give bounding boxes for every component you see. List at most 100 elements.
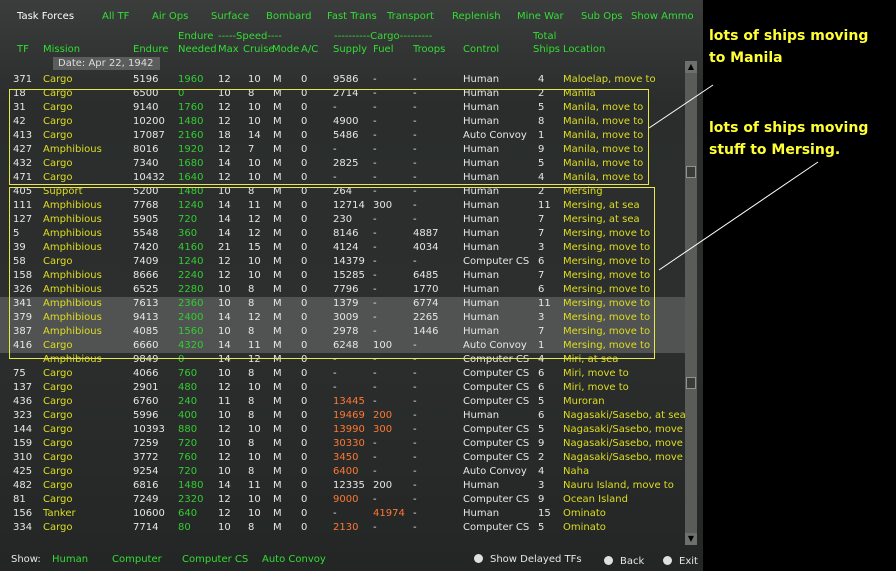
cell-fuel: - [373,88,377,99]
table-row[interactable]: 334 Cargo 7714 80 10 8 M 0 2130 - - Computer CS 5 Omi… [0,521,685,535]
table-row[interactable]: 405 Support 5200 1480 10 8 M 0 264 - - Human 2 Mersin… [0,185,685,199]
cell-ships: 11 [538,298,551,309]
table-row[interactable]: 425 Cargo 9254 720 10 8 M 0 6400 - - Auto Convoy 4 Na… [0,465,685,479]
header-troops[interactable]: Troops [413,44,445,55]
tab-fast-trans[interactable]: Fast Trans [327,11,377,22]
header-endure[interactable]: Endure [133,44,168,55]
cell-supply: 6400 [333,466,359,477]
table-row[interactable]: 18 Cargo 6500 0 10 8 M 0 2714 - - Human 2 Manila [0,87,685,101]
cell-ships: 6 [538,368,545,379]
cell-fuel: - [373,102,377,113]
table-row[interactable]: 413 Cargo 17087 2160 18 14 M 0 5486 - - Auto Convoy… [0,129,685,143]
cell-mode: M [273,424,282,435]
header-supply[interactable]: Supply [333,44,367,55]
header-needed[interactable]: Needed [178,44,217,55]
show-delayed-toggle[interactable]: Show Delayed TFs [474,554,582,565]
cell-ac: 0 [301,242,308,253]
cell-cruise: 14 [248,130,261,141]
tab-sub-ops[interactable]: Sub Ops [581,11,623,22]
cell-cruise: 10 [248,102,261,113]
header-mission[interactable]: Mission [43,44,80,55]
tab-show-ammo[interactable]: Show Ammo [631,11,694,22]
table-row[interactable]: 81 Cargo 7249 2320 12 10 M 0 9000 - - Computer CS 9 O… [0,493,685,507]
scroll-thumb[interactable] [686,166,696,178]
cell-max: 10 [218,298,231,309]
cell-max: 12 [218,116,231,127]
tab-all-tf[interactable]: All TF [102,11,129,22]
cell-location: Mersing [563,186,603,197]
cell-supply: 14379 [333,256,365,267]
table-row[interactable]: 427 Amphibious 8016 1920 12 7 M 0 - - - Human 9 Manil… [0,143,685,157]
table-row[interactable]: 42 Cargo 10200 1480 12 10 M 0 4900 - - Human 8 Manila… [0,115,685,129]
table-row[interactable]: 341 Amphibious 7613 2360 10 8 M 0 1379 - 6774 Human… [0,297,685,311]
cell-tf: 432 [13,158,33,169]
cell-ships: 11 [538,200,551,211]
table-row[interactable]: Amphibious 9849 0 14 12 M 0 - - - Computer CS 4 Miri… [0,353,685,367]
header-control[interactable]: Control [463,44,499,55]
scroll-down-arrow[interactable]: ▼ [685,533,697,545]
table-row[interactable]: 387 Amphibious 4085 1560 10 8 M 0 2978 - 1446 Human… [0,325,685,339]
table-row[interactable]: 144 Cargo 10393 880 12 10 M 0 13990 300 - Computer … [0,423,696,437]
filter-computer[interactable]: Computer [112,554,162,565]
table-row[interactable]: 379 Amphibious 9413 2400 14 12 M 0 3009 - 2265 Huma… [0,311,685,325]
filter-human[interactable]: Human [52,554,88,565]
table-row[interactable]: 436 Cargo 6760 240 11 8 M 0 13445- - Computer CS 5 M… [0,395,685,409]
cell-ships: 3 [538,312,545,323]
header-ships[interactable]: Ships [533,44,560,55]
table-row[interactable]: 75 Cargo 4066 760 10 8 M 0 - - - Computer CS 6 Miri, … [0,367,685,381]
tab-replenish[interactable]: Replenish [452,11,501,22]
table-row[interactable]: 416 Cargo 6660 4320 14 11 M 0 6248 100 - Auto Convo… [0,339,685,353]
tab-mine-war[interactable]: Mine War [517,11,564,22]
cell-tf: 18 [13,88,26,99]
cell-mode: M [273,382,282,393]
header-fuel[interactable]: Fuel [373,44,393,55]
table-row[interactable]: 158 Amphibious 8666 2240 12 10 M 0 15285- 6485 Hum… [0,269,685,283]
table-row[interactable]: 482 Cargo 6816 1480 14 11 M 0 12335 200 - Human 3 Nau… [0,479,685,493]
table-row[interactable]: 323 Cargo 5996 400 10 8 M 0 19469 200 - Human 6 Nagas… [0,409,686,423]
table-row[interactable]: 432 Cargo 7340 1680 14 10 M 0 2825 - - Human 5 Manila… [0,157,685,171]
header-location[interactable]: Location [563,44,605,55]
back-button[interactable]: Back [604,556,644,567]
table-row[interactable]: 39 Amphibious 7420 4160 21 15 M 0 4124 - 4034 Human… [0,241,685,255]
header-tf[interactable]: TF [17,44,29,55]
cell-location: Mersing, move to [563,242,651,253]
table-row[interactable]: 310 Cargo 3772 760 12 10 M 0 3450 - - Computer CS 2 N… [0,451,696,465]
tab-air-ops[interactable]: Air Ops [152,11,188,22]
table-row[interactable]: 111 Amphibious 7768 1240 14 11 M 0 12714 300 - Huma… [0,199,685,213]
tab-task-forces[interactable]: Task Forces [17,11,74,22]
cell-mission: Cargo [43,256,73,267]
header-mode[interactable]: Mode [272,44,299,55]
cell-ac: 0 [301,326,308,337]
table-row[interactable]: 326 Amphibious 6525 2280 10 8 M 0 7796 - 1770 Human… [0,283,685,297]
cell-tf: 156 [13,508,33,519]
cell-ships: 6 [538,410,545,421]
cell-location: Manila, move to [563,102,644,113]
table-row[interactable]: 31 Cargo 9140 1760 12 10 M 0 - - - Human 5 Manila, mo… [0,101,685,115]
filter-auto-convoy[interactable]: Auto Convoy [262,554,326,565]
tab-bombard[interactable]: Bombard [266,11,311,22]
scroll-thumb-lower[interactable] [686,377,696,389]
table-row[interactable]: 5 Amphibious 5548 360 14 12 M 0 8146 - 4887 Human 7 M… [0,227,685,241]
cell-needed: 1760 [178,102,204,113]
table-row[interactable]: 58 Cargo 7409 1240 12 10 M 0 14379- - Computer CS 6… [0,255,685,269]
table-row[interactable]: 156 Tanker 10600 640 12 10 M 0-41974- Human 15 Omi… [0,507,685,521]
table-row[interactable]: 159 Cargo 7259 720 10 8 M 0 30330- - Computer CS 9 N… [0,437,696,451]
table-row[interactable]: 127 Amphibious 5905 720 14 12 M 0 230 - - Human 7 Mer… [0,213,685,227]
exit-button[interactable]: Exit [663,556,698,567]
scroll-up-arrow[interactable]: ▲ [685,61,697,73]
cell-ac: 0 [301,74,308,85]
table-row[interactable]: 371 Cargo 5196 1960 12 10 M 0 9586 - - Human 4 Maloel… [0,73,685,87]
scrollbar[interactable]: ▲ ▼ [685,61,697,545]
show-delayed-radio-icon[interactable] [474,554,483,563]
header-cruise[interactable]: Cruise [243,44,275,55]
cell-mission: Cargo [43,522,73,533]
tab-surface[interactable]: Surface [211,11,249,22]
table-row[interactable]: 471 Cargo 10432 1640 12 10 M 0 - - - Human 4 Manila, … [0,171,685,185]
header-ac[interactable]: A/C [301,44,318,55]
table-row[interactable]: 137 Cargo 2901 480 12 10 M 0 - - - Computer CS 6 Miri… [0,381,685,395]
filter-computer-cs[interactable]: Computer CS [182,554,248,565]
cell-location: Mersing, move to [563,256,651,267]
cell-cruise: 10 [248,452,261,463]
header-max[interactable]: Max [218,44,239,55]
tab-transport[interactable]: Transport [387,11,434,22]
